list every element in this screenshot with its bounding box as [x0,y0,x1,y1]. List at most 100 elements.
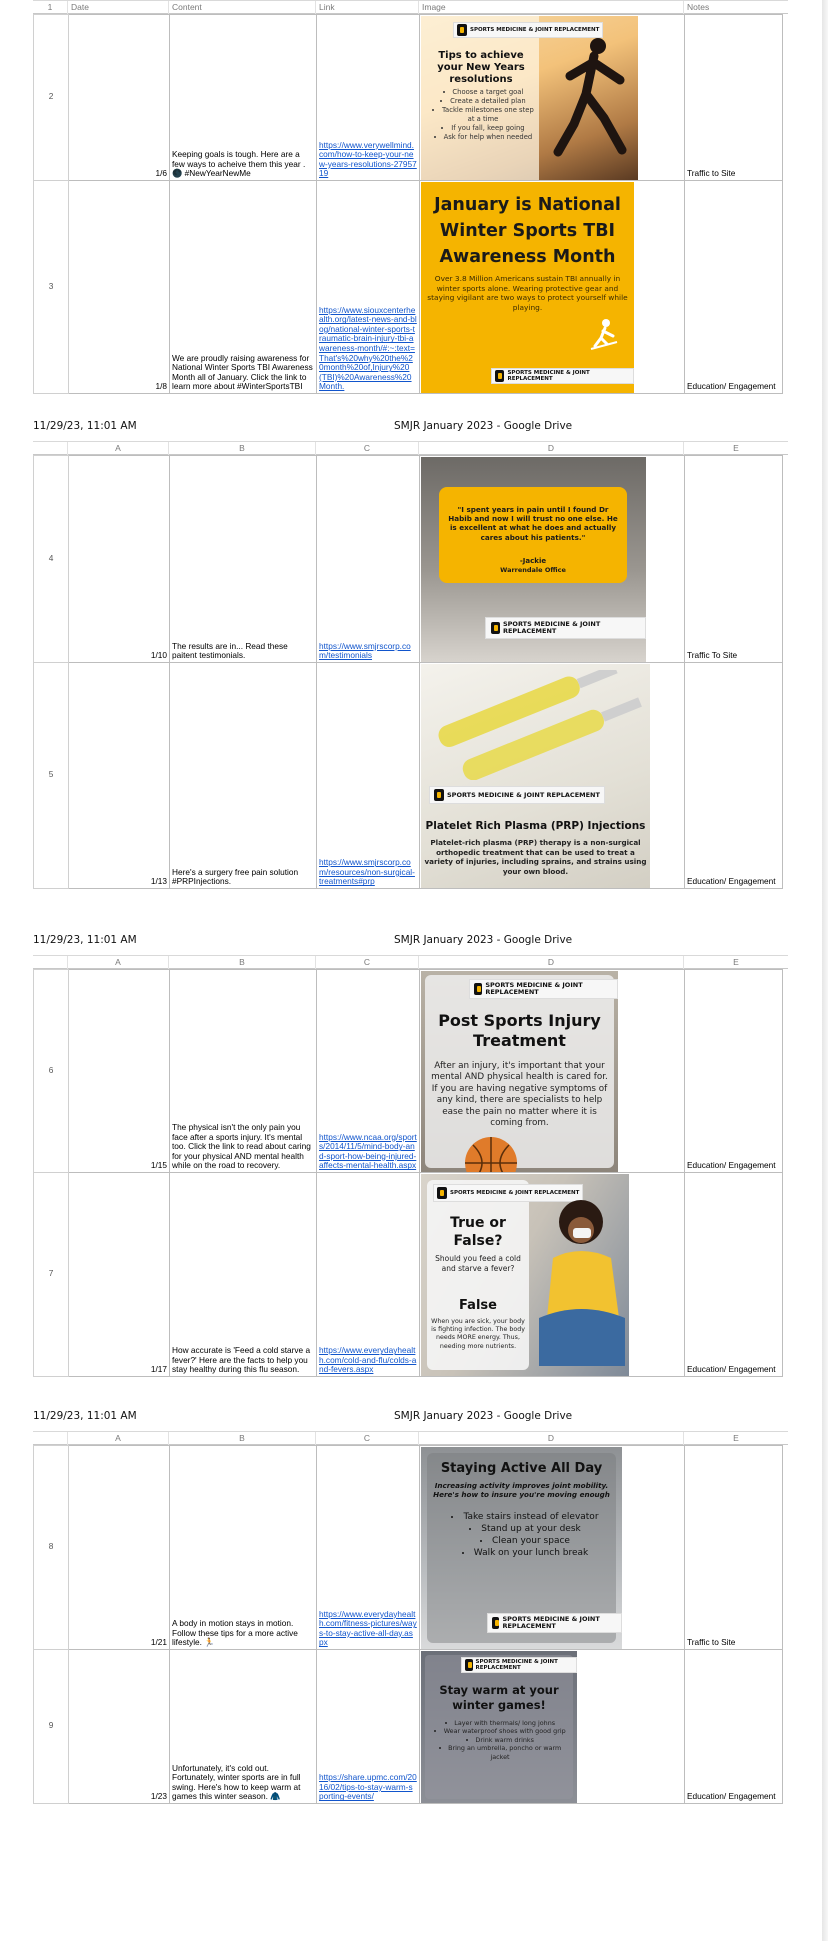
column-header-bar: A B C D E [33,441,788,455]
column-header-bar: A B C D E [33,1431,788,1445]
notes-cell: Traffic to Site [684,14,783,181]
column-header-bar: A B C D E [33,955,788,969]
print-timestamp: 11/29/23, 11:01 AM [33,420,137,432]
column-letter-d: D [419,1432,684,1445]
link-cell: https://www.verywellmind.com/how-to-keep… [316,14,420,181]
notes-cell: Education/ Engagement [684,969,783,1173]
graphic-body: When you are sick, your body is fighting… [431,1318,525,1350]
header-content: Content [169,1,316,14]
notes-cell: Education/ Engagement [684,1172,783,1377]
content-cell: Here's a surgery free pain solution #PRP… [169,662,317,889]
graphic-title: January is National Winter Sports TBI Aw… [434,195,621,267]
link-cell: https://www.siouxcenterhealth.org/latest… [316,180,420,394]
graphic-answer: False [459,1298,497,1313]
notes-cell: Traffic to Site [684,1445,783,1650]
post-link[interactable]: https://www.verywellmind.com/how-to-keep… [319,140,417,179]
notes-cell: Education/ Engagement [684,1649,783,1804]
post-link[interactable]: https://www.smjrscorp.com/resources/non-… [319,857,415,886]
link-cell: https://www.smjrscorp.com/testimonials [316,455,420,663]
header-date: Date [68,1,169,14]
notes-cell: Traffic To Site [684,455,783,663]
column-letter-a: A [68,1432,169,1445]
logo: SPORTS MEDICINE & JOINT REPLACEMENT [461,1657,577,1673]
column-letter-e: E [733,957,739,967]
syringe-illustration [438,670,642,780]
post-link[interactable]: https://www.ncaa.org/sports/2014/11/5/mi… [319,1132,417,1171]
link-cell: https://www.smjrscorp.com/resources/non-… [316,662,420,889]
bullet-item: Ask for help when needed [431,133,535,142]
bullet-item: Take stairs instead of elevator [445,1511,605,1523]
true-false-graphic: SPORTS MEDICINE & JOINT REPLACEMENT True… [421,1174,629,1376]
content-cell: Unfortunately, it's cold out. Fortunatel… [169,1649,317,1804]
column-letter-d: D [419,956,684,969]
graphic-body: Over 3.8 Million Americans sustain TBI a… [427,274,628,312]
image-cell: "I spent years in pain until I found Dr … [419,455,685,663]
post-link[interactable]: https://www.everydayhealth.com/cold-and-… [319,1345,416,1374]
print-doc-title: SMJR January 2023 - Google Drive [394,1410,573,1422]
table-row: 4 1/10 The results are in... Read these … [33,455,783,663]
testimonial-graphic: "I spent years in pain until I found Dr … [421,457,646,662]
post-link[interactable]: https://www.siouxcenterhealth.org/latest… [319,305,417,392]
header-link: Link [316,1,419,14]
table-row: 6 1/15 The physical isn't the only pain … [33,969,783,1173]
date-cell: 1/17 [68,1172,170,1377]
bullet-item: Create a detailed plan [431,97,535,106]
bullet-item: Walk on your lunch break [445,1547,605,1559]
graphic-body: Platelet-rich plasma (PRP) therapy is a … [424,838,647,876]
print-timestamp: 11/29/23, 11:01 AM [33,1410,137,1422]
testimonial-office: Warrendale Office [500,566,566,574]
post-injury-graphic: SPORTS MEDICINE & JOINT REPLACEMENT Post… [421,971,618,1172]
image-cell: SPORTS MEDICINE & JOINT REPLACEMENT Stay… [419,1649,685,1804]
column-letter-a: A [68,956,169,969]
sheet-table-page-1: 2 1/6 Keeping goals is tough. Here are a… [33,14,783,394]
row-number: 6 [33,969,69,1173]
sick-person-illustration [539,1200,625,1366]
notes-cell: Education/ Engagement [684,662,783,889]
post-link[interactable]: https://share.upmc.com/2016/02/tips-to-s… [319,1772,417,1801]
print-doc-title: SMJR January 2023 - Google Drive [394,420,573,432]
content-cell: We are proudly raising awareness for Nat… [169,180,317,394]
content-cell: How accurate is 'Feed a cold starve a fe… [169,1172,317,1377]
bullet-item: Tackle milestones one step at a time [431,106,535,124]
post-link[interactable]: https://www.everydayhealth.com/fitness-p… [319,1609,417,1648]
column-header-bar: 1 Date Content Link Image Notes [33,0,788,14]
link-cell: https://www.everydayhealth.com/cold-and-… [316,1172,420,1377]
post-link[interactable]: https://www.smjrscorp.com/testimonials [319,641,411,661]
testimonial-author: -Jackie [519,557,547,565]
table-row: 5 1/13 Here's a surgery free pain soluti… [33,662,783,889]
print-timestamp: 11/29/23, 11:01 AM [33,934,137,946]
graphic-title: Tips to achieve your New Years resolutio… [437,50,525,85]
row-number: 4 [33,455,69,663]
logo: SPORTS MEDICINE & JOINT REPLACEMENT [487,1613,622,1633]
date-cell: 1/10 [68,455,170,663]
header-image: Image [419,1,684,14]
table-row: 9 1/23 Unfortunately, it's cold out. For… [33,1649,783,1804]
staying-active-graphic: Staying Active All Day Increasing activi… [421,1447,622,1649]
table-row: 3 1/8 We are proudly raising awareness f… [33,180,783,394]
column-letter-a: A [68,442,169,455]
bullet-item: Layer with thermals/ long johns [431,1719,569,1727]
column-letter-c: C [316,442,419,455]
bullet-item: If you fall, keep going [431,124,535,133]
row-number: 3 [33,180,69,394]
print-header: 11/29/23, 11:01 AM SMJR January 2023 - G… [0,420,828,436]
graphic-bullets: Layer with thermals/ long johns Wear wat… [431,1719,569,1761]
logo: SPORTS MEDICINE & JOINT REPLACEMENT [469,979,618,999]
date-cell: 1/13 [68,662,170,889]
row-number: 2 [33,14,69,181]
graphic-title: Platelet Rich Plasma (PRP) Injections [425,820,646,832]
graphic-title: Stay warm at your winter games! [439,1683,559,1712]
image-cell: SPORTS MEDICINE & JOINT REPLACEMENT Tips… [419,14,685,181]
image-cell: January is National Winter Sports TBI Aw… [419,180,685,394]
column-letter-e: E [733,1433,739,1443]
graphic-title: Post Sports Injury Treatment [438,1011,601,1050]
row-number: 7 [33,1172,69,1377]
link-cell: https://www.everydayhealth.com/fitness-p… [316,1445,420,1650]
content-cell: The physical isn't the only pain you fac… [169,969,317,1173]
image-cell: SPORTS MEDICINE & JOINT REPLACEMENT True… [419,1172,685,1377]
graphic-question: Should you feed a cold and starve a feve… [435,1254,521,1273]
content-cell: The results are in... Read these paitent… [169,455,317,663]
prp-injections-graphic: SPORTS MEDICINE & JOINT REPLACEMENT Plat… [421,664,650,888]
header-notes: Notes [687,2,710,12]
bullet-item: Bring an umbrella, poncho or warm jacket [431,1744,569,1761]
